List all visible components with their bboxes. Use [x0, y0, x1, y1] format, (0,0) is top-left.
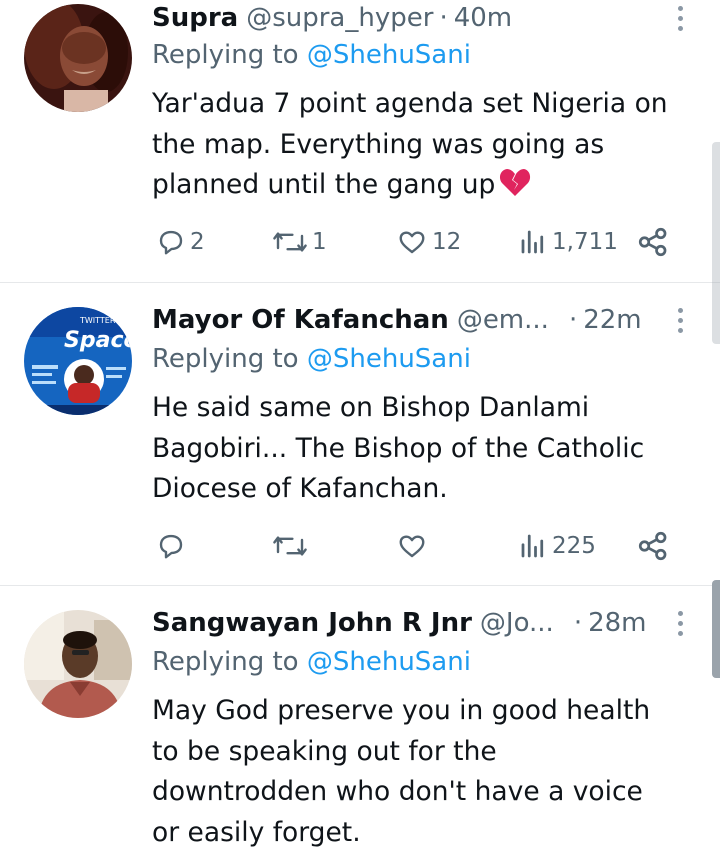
views-action[interactable]: 1,711: [518, 224, 618, 260]
more-options-icon[interactable]: [670, 302, 690, 338]
broken-heart-emoji: [499, 167, 531, 210]
share-action[interactable]: [636, 224, 670, 260]
views-count: 225: [552, 533, 596, 559]
reply-tweet-1[interactable]: Supra @supra_hyper · 40m Replying to @Sh…: [0, 0, 720, 282]
replying-to-line: Replying to @ShehuSani: [152, 647, 471, 677]
tweet-header: Mayor Of Kafanchan @em... · 22m: [152, 302, 642, 338]
separator-dot: ·: [573, 608, 583, 638]
avatar-text-main: Space: [64, 328, 132, 353]
mention-link[interactable]: @ShehuSani: [307, 40, 471, 70]
tweet-header: Sangwayan John R Jnr @Jo... · 28m: [152, 605, 647, 641]
tweet-actions: 225: [152, 528, 677, 564]
display-name[interactable]: Sangwayan John R Jnr: [152, 608, 472, 638]
avatar[interactable]: TWITTER Space: [24, 307, 132, 415]
repost-icon: [273, 536, 307, 556]
avatar-photo-sangwayan: [24, 610, 132, 718]
like-count: 12: [432, 229, 462, 255]
tweet-text-line: May God preserve you in good health: [152, 695, 651, 726]
repost-count: 1: [312, 229, 327, 255]
replying-to-line: Replying to @ShehuSani: [152, 344, 471, 374]
display-name[interactable]: Mayor Of Kafanchan: [152, 305, 449, 335]
share-icon: [638, 227, 667, 257]
replying-to-prefix: Replying to: [152, 40, 299, 70]
comment-icon: [159, 230, 183, 255]
reply-action[interactable]: [156, 528, 190, 564]
repost-action[interactable]: 1: [272, 224, 327, 260]
heart-icon: [399, 231, 425, 254]
analytics-icon: [521, 230, 544, 254]
replying-to-line: Replying to @ShehuSani: [152, 40, 471, 70]
tweet-text-line: Bagobiri... The Bishop of the Catholic: [152, 432, 645, 464]
avatar-photo-supra: [24, 4, 132, 112]
reply-action[interactable]: 2: [156, 224, 205, 260]
timestamp[interactable]: 40m: [454, 3, 512, 33]
tweet-text-line: downtrodden who don't have a voice: [152, 776, 643, 807]
scrollbar-thumb[interactable]: [712, 580, 720, 678]
heart-icon: [399, 535, 425, 558]
tweet-text: He said same on Bishop Danlami Bagobiri.…: [152, 388, 692, 510]
scrollbar-thumb[interactable]: [712, 142, 720, 344]
reply-tweet-3[interactable]: Sangwayan John R Jnr @Jo... · 28m Replyi…: [0, 586, 720, 859]
more-options-icon[interactable]: [670, 0, 690, 36]
tweet-text-line: planned until the gang up: [152, 169, 496, 200]
timestamp[interactable]: 28m: [588, 608, 646, 638]
analytics-icon: [521, 534, 544, 558]
tweet-text-line: or easily forget.: [152, 816, 361, 848]
share-action[interactable]: [636, 528, 670, 564]
timestamp[interactable]: 22m: [583, 305, 641, 335]
mention-link[interactable]: @ShehuSani: [307, 344, 471, 374]
share-icon: [638, 531, 667, 561]
tweet-text: May God preserve you in good health to b…: [152, 691, 692, 853]
tweet-text-line: Diocese of Kafanchan.: [152, 473, 448, 504]
tweet-header: Supra @supra_hyper · 40m: [152, 0, 512, 36]
user-handle[interactable]: @em...: [457, 305, 549, 335]
comment-icon: [159, 534, 183, 559]
views-action[interactable]: 225: [518, 528, 596, 564]
tweet-text-line: He said same on Bishop Danlami: [152, 392, 590, 423]
user-handle[interactable]: @supra_hyper: [246, 3, 433, 33]
like-action[interactable]: [396, 528, 432, 564]
views-count: 1,711: [552, 229, 618, 255]
display-name[interactable]: Supra: [152, 3, 238, 33]
replying-to-prefix: Replying to: [152, 344, 299, 374]
reply-count: 2: [190, 229, 205, 255]
avatar-text-top: TWITTER: [79, 316, 116, 325]
avatar[interactable]: [24, 610, 132, 718]
separator-dot: ·: [439, 3, 448, 33]
mention-link[interactable]: @ShehuSani: [307, 647, 471, 677]
repost-action[interactable]: [272, 528, 312, 564]
avatar[interactable]: [24, 4, 132, 112]
tweet-text-line: Yar'adua 7 point agenda set Nigeria on: [152, 88, 668, 119]
tweet-text: Yar'adua 7 point agenda set Nigeria on t…: [152, 84, 692, 210]
repost-icon: [273, 232, 307, 252]
tweet-actions: 2 1 12 1,711: [152, 224, 677, 260]
like-action[interactable]: 12: [396, 224, 461, 260]
separator-dot: ·: [568, 305, 578, 335]
replying-to-prefix: Replying to: [152, 647, 299, 677]
avatar-twitter-space-graphic: TWITTER Space: [24, 307, 132, 415]
user-handle[interactable]: @Jo...: [480, 608, 554, 638]
tweet-text-line: to be speaking out for the: [152, 735, 497, 767]
more-options-icon[interactable]: [670, 605, 690, 641]
tweet-text-line: the map. Everything was going as: [152, 128, 605, 160]
reply-tweet-2[interactable]: TWITTER Space Mayor Of Kafanchan @em... …: [0, 283, 720, 584]
